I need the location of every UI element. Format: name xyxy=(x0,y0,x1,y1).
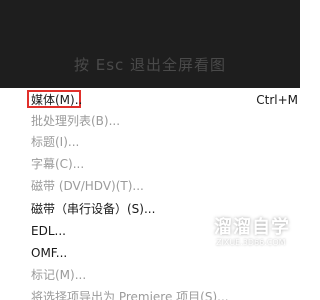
menu-item-markers[interactable]: 标记(M)... xyxy=(0,264,300,286)
menu-item-label: EDL... xyxy=(31,224,66,238)
watermark-title: 溜溜自学 xyxy=(214,217,290,238)
menu-item-label: 批处理列表(B)... xyxy=(31,114,121,128)
esc-hint-text: 按 Esc 退出全屏看图 xyxy=(73,56,227,74)
screen: 按 Esc 退出全屏看图 媒体(M).. Ctrl+M 批处理列表(B)... … xyxy=(0,0,300,300)
play-logo-icon xyxy=(173,212,209,248)
menu-item-shortcut: Ctrl+M xyxy=(256,93,298,107)
menu-item-label: 将选择项导出为 Premiere 项目(S)... xyxy=(31,290,229,300)
menu-item-captions[interactable]: 字幕(C)... xyxy=(0,153,300,175)
menu-item-media[interactable]: 媒体(M).. Ctrl+M xyxy=(0,89,300,111)
watermark: 溜溜自学 ZIXUE.3D66.COM xyxy=(172,211,296,255)
export-submenu: 媒体(M).. Ctrl+M 批处理列表(B)... 标题(I)... 字幕(C… xyxy=(0,88,300,300)
menu-item-label: OMF... xyxy=(31,246,68,260)
menu-item-label: 磁带 (DV/HDV)(T)... xyxy=(31,179,144,193)
menu-item-export-premiere-project[interactable]: 将选择项导出为 Premiere 项目(S)... xyxy=(0,286,300,300)
menu-item-label: 标记(M)... xyxy=(31,268,87,282)
watermark-url: ZIXUE.3D66.COM xyxy=(216,238,286,247)
menu-item-tape-dv-hdv[interactable]: 磁带 (DV/HDV)(T)... xyxy=(0,175,300,197)
menu-item-label: 磁带（串行设备）(S)... xyxy=(31,202,156,216)
menu-item-batch-list[interactable]: 批处理列表(B)... xyxy=(0,110,300,132)
menu-item-label: 字幕(C)... xyxy=(31,157,85,171)
fullscreen-overlay-bar: 按 Esc 退出全屏看图 xyxy=(0,0,300,88)
menu-item-label: 标题(I)... xyxy=(31,135,80,149)
menu-item-title[interactable]: 标题(I)... xyxy=(0,131,300,153)
menu-item-label: 媒体(M).. xyxy=(31,93,83,107)
